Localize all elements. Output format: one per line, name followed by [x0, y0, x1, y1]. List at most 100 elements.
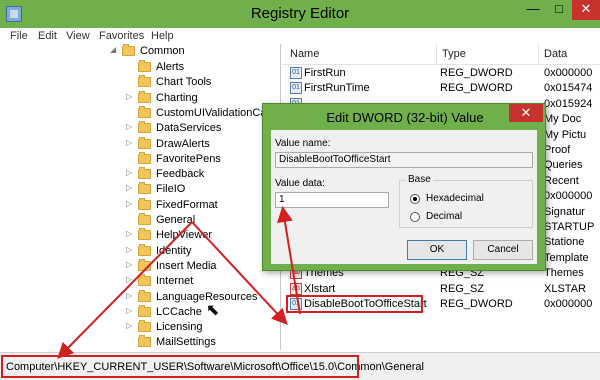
- tree-item-label: Charting: [156, 91, 198, 104]
- value-data-label: Value data:: [275, 178, 325, 189]
- value-highlight-box: [286, 295, 423, 313]
- minimize-button[interactable]: —: [520, 0, 546, 20]
- value-data: Signatur: [544, 205, 585, 218]
- maximize-button[interactable]: □: [546, 0, 572, 20]
- value-name-label: Value name:: [275, 138, 331, 149]
- decimal-label[interactable]: Decimal: [426, 211, 462, 222]
- registry-tree[interactable]: ◢ Common Alerts Chart Tools ▷ Charting Custo…: [0, 44, 281, 350]
- expand-arrow-icon[interactable]: ▷: [126, 306, 134, 315]
- ok-button[interactable]: OK: [407, 240, 467, 260]
- window-title: Registry Editor: [250, 5, 350, 22]
- dialog-title: Edit DWORD (32-bit) Value: [326, 110, 484, 125]
- value-data-input[interactable]: 1: [275, 192, 389, 208]
- folder-icon: [138, 258, 151, 271]
- value-type: REG_DWORD: [440, 67, 513, 79]
- tree-item-label: General: [156, 214, 196, 226]
- tree-item-label: LCCache: [156, 305, 202, 318]
- folder-icon: [138, 335, 151, 348]
- folder-icon: [138, 60, 151, 72]
- value-data: 0x015474: [544, 82, 593, 95]
- column-header-data[interactable]: Data: [544, 48, 567, 60]
- expand-arrow-icon[interactable]: ▷: [126, 229, 134, 238]
- expand-arrow-icon[interactable]: ▷: [126, 245, 134, 254]
- string-value-icon: ab: [290, 282, 302, 295]
- expand-arrow-icon[interactable]: ▷: [126, 199, 134, 208]
- expand-arrow-icon[interactable]: ▷: [126, 138, 134, 147]
- folder-icon: [138, 274, 151, 287]
- column-header-type[interactable]: Type: [442, 48, 466, 60]
- folder-icon: [138, 121, 151, 134]
- tree-item-label: Common: [140, 45, 185, 57]
- value-data: 0x015924: [544, 97, 593, 110]
- value-data: My Pictu: [544, 128, 587, 141]
- mouse-pointer-icon: ⬉: [206, 302, 220, 319]
- value-data: 0x000000: [544, 67, 593, 79]
- title-bar: Registry Editor — □ ✕: [0, 0, 600, 28]
- hexadecimal-label[interactable]: Hexadecimal: [426, 193, 484, 204]
- expand-arrow-icon[interactable]: ▷: [126, 275, 134, 284]
- folder-icon: [138, 182, 151, 195]
- value-data: Themes: [544, 267, 584, 280]
- expand-arrow-icon[interactable]: ▷: [126, 291, 134, 300]
- hexadecimal-radio[interactable]: [410, 194, 420, 204]
- value-row[interactable]: 01 FirstRun REG_DWORD 0x000000: [282, 66, 600, 81]
- dialog-close-button[interactable]: ✕: [509, 104, 543, 122]
- tree-item-label: FileIO: [156, 183, 186, 196]
- status-bar: Computer\HKEY_CURRENT_USER\Software\Micr…: [0, 352, 600, 380]
- value-name: Xlstart: [304, 282, 336, 295]
- tree-item-label: Identity: [156, 244, 192, 257]
- value-type: REG_DWORD: [440, 82, 513, 95]
- folder-icon: [138, 243, 151, 256]
- tree-item-label: FixedFormat: [156, 198, 218, 211]
- folder-icon: [138, 197, 151, 210]
- column-divider[interactable]: [436, 44, 437, 64]
- value-data: Template: [544, 251, 589, 264]
- collapse-arrow-icon[interactable]: ◢: [110, 45, 118, 54]
- value-row[interactable]: 01 FirstRunTime REG_DWORD 0x015474: [282, 81, 600, 96]
- tree-item-label: HelpViewer: [156, 229, 213, 242]
- folder-icon: [138, 289, 151, 302]
- menu-favorites[interactable]: Favorites: [99, 30, 144, 42]
- expand-arrow-icon[interactable]: ▷: [126, 168, 134, 177]
- menu-edit[interactable]: Edit: [38, 30, 57, 42]
- value-data: Statione: [544, 236, 585, 249]
- tree-item-label: Insert Media: [156, 259, 217, 272]
- folder-icon: [138, 105, 151, 118]
- expand-arrow-icon[interactable]: ▷: [126, 321, 134, 330]
- value-type: REG_DWORD: [440, 298, 513, 310]
- menu-file[interactable]: File: [10, 30, 28, 42]
- folder-icon: [138, 136, 151, 149]
- column-divider[interactable]: [538, 44, 539, 64]
- value-data: Proof: [544, 144, 571, 156]
- expand-arrow-icon[interactable]: ▷: [126, 92, 134, 101]
- value-data: My Doc: [544, 113, 582, 126]
- decimal-radio[interactable]: [410, 212, 420, 222]
- base-group: Base Hexadecimal Decimal: [399, 174, 533, 228]
- tree-item-label: DataServices: [156, 122, 222, 135]
- expand-arrow-icon[interactable]: ▷: [126, 122, 134, 131]
- value-data: STARTUP: [544, 221, 595, 233]
- edit-dword-dialog: Edit DWORD (32-bit) Value ✕ Value name: …: [262, 103, 546, 271]
- value-name: FirstRunTime: [304, 82, 370, 95]
- close-button[interactable]: ✕: [572, 0, 600, 20]
- tree-item-label: FavoritePens: [156, 152, 221, 165]
- column-header-name[interactable]: Name: [290, 48, 319, 60]
- value-data: Recent: [544, 174, 579, 187]
- value-data: 0x000000: [544, 298, 593, 310]
- tree-item-label: Chart Tools: [156, 76, 212, 89]
- cancel-button[interactable]: Cancel: [473, 240, 533, 260]
- expand-arrow-icon[interactable]: ▷: [126, 260, 134, 269]
- path-highlight-box: [1, 355, 359, 378]
- value-name-field[interactable]: DisableBootToOfficeStart: [275, 152, 533, 168]
- value-data: XLSTAR: [544, 282, 586, 295]
- folder-icon: [138, 320, 151, 333]
- tree-item-label: DrawAlerts: [156, 137, 210, 150]
- expand-arrow-icon[interactable]: ▷: [126, 183, 134, 192]
- menu-view[interactable]: View: [66, 30, 90, 42]
- folder-icon: [122, 44, 135, 56]
- tree-item-label: Licensing: [156, 321, 203, 334]
- menu-help[interactable]: Help: [151, 30, 174, 42]
- list-header: Name Type Data: [282, 44, 600, 65]
- menu-bar: File Edit View Favorites Help: [0, 28, 600, 45]
- value-type: REG_SZ: [440, 282, 485, 295]
